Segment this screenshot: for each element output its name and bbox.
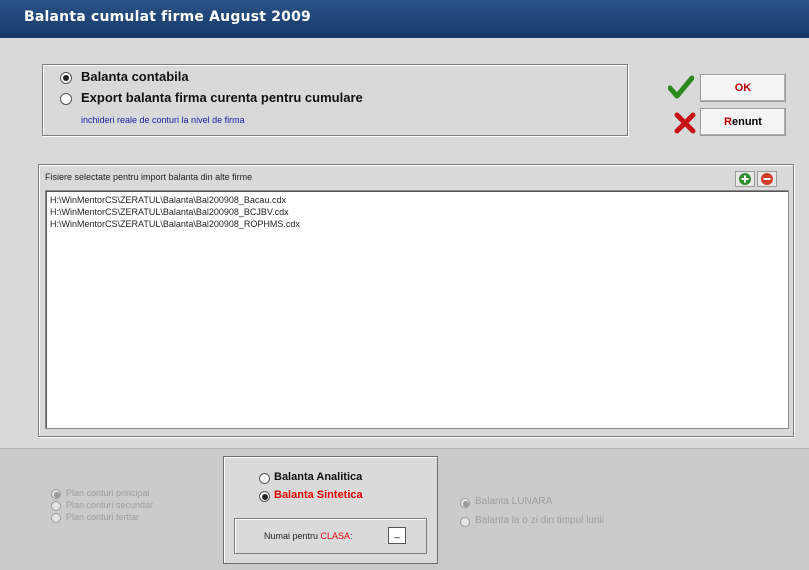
remove-file-button[interactable] xyxy=(757,171,777,187)
label-balanta-sintetica[interactable]: Balanta Sintetica xyxy=(274,489,363,501)
cancel-button[interactable]: Renunt xyxy=(700,108,786,136)
radio-balanta-lunara[interactable] xyxy=(460,498,470,508)
label-plan-principal: Plan conturi principal xyxy=(66,488,150,498)
file-item[interactable]: H:\WinMentorCS\ZERATUL\Balanta\Bal200908… xyxy=(46,218,788,230)
title-bar: Balanta cumulat firme August 2009 xyxy=(0,0,809,38)
balance-type-group: Balanta Analitica Balanta Sintetica Numa… xyxy=(223,456,438,564)
cancel-hotkey: R xyxy=(724,116,732,128)
label-balanta-contabila[interactable]: Balanta contabila xyxy=(81,69,189,84)
radio-balanta-contabila[interactable] xyxy=(60,72,72,84)
ok-button[interactable]: OK xyxy=(700,74,786,102)
label-balanta-lunara: Balanta LUNARA xyxy=(475,496,553,507)
radio-export-balanta[interactable] xyxy=(60,93,72,105)
check-icon xyxy=(667,75,695,99)
radio-balanta-zi[interactable] xyxy=(460,517,470,527)
radio-balanta-sintetica[interactable] xyxy=(259,491,270,502)
class-filter-box: Numai pentru CLASA: _ xyxy=(234,518,427,554)
x-mark-icon xyxy=(674,112,696,134)
ok-button-label: OK xyxy=(734,82,752,94)
label-plan-secundar: Plan conturi secundar xyxy=(66,500,154,510)
export-note: inchideri reale de conturi la nivel de f… xyxy=(81,115,245,125)
radio-plan-tertiar[interactable] xyxy=(51,513,61,523)
label-balanta-zi: Balanta la o zi din timpul lunii xyxy=(475,515,604,526)
window-title: Balanta cumulat firme August 2009 xyxy=(24,9,311,25)
radio-plan-secundar[interactable] xyxy=(51,501,61,511)
label-balanta-analitica[interactable]: Balanta Analitica xyxy=(274,471,362,483)
add-file-button[interactable] xyxy=(735,171,755,187)
files-header: Fisiere selectate pentru import balanta … xyxy=(45,172,253,182)
plus-icon xyxy=(739,173,751,185)
file-item[interactable]: H:\WinMentorCS\ZERATUL\Balanta\Bal200908… xyxy=(46,206,788,218)
class-input[interactable]: _ xyxy=(388,527,406,544)
cancel-button-label: enunt xyxy=(732,116,762,128)
file-item[interactable]: H:\WinMentorCS\ZERATUL\Balanta\Bal200908… xyxy=(46,194,788,206)
label-plan-tertiar: Plan conturi tertiar xyxy=(66,512,140,522)
minus-icon xyxy=(761,173,773,185)
options-group: Balanta contabila Export balanta firma c… xyxy=(42,64,628,136)
class-filter-label: Numai pentru CLASA: xyxy=(264,531,353,541)
files-list[interactable]: H:\WinMentorCS\ZERATUL\Balanta\Bal200908… xyxy=(45,190,789,429)
radio-balanta-analitica[interactable] xyxy=(259,473,270,484)
label-export-balanta[interactable]: Export balanta firma curenta pentru cumu… xyxy=(81,90,363,105)
radio-plan-principal[interactable] xyxy=(51,489,61,499)
